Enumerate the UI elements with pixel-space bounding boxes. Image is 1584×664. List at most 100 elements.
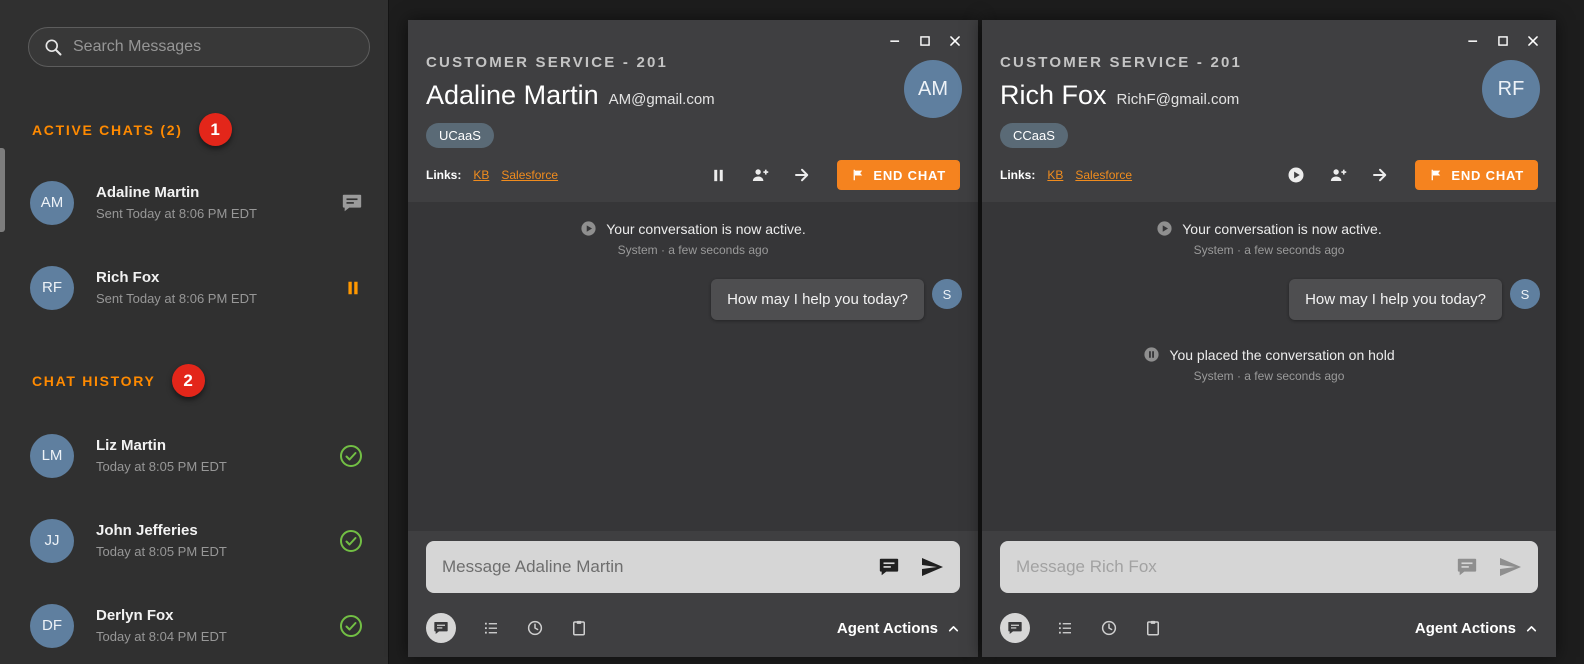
chat-item-text: Adaline Martin Sent Today at 8:06 PM EDT (96, 184, 257, 221)
chat-item-time: Sent Today at 8:06 PM EDT (96, 206, 257, 221)
contact-name-row: Adaline Martin AM@gmail.com (426, 80, 960, 111)
queue-title: CUSTOMER SERVICE - 201 (426, 54, 960, 71)
contact-email: RichF@gmail.com (1117, 91, 1240, 108)
notes-clipboard-icon[interactable] (570, 619, 588, 637)
salesforce-link[interactable]: Salesforce (501, 168, 558, 182)
history-item-john-jefferies[interactable]: JJ John Jefferies Today at 8:05 PM EDT (0, 498, 389, 583)
resume-play-icon[interactable] (1287, 166, 1305, 184)
end-chat-label: END CHAT (873, 168, 946, 183)
hold-pause-icon[interactable] (710, 167, 727, 184)
avatar: AM (30, 181, 74, 225)
history-item-liz-martin[interactable]: LM Liz Martin Today at 8:05 PM EDT (0, 413, 389, 498)
notes-clipboard-icon[interactable] (1144, 619, 1162, 637)
minimize-icon[interactable] (1466, 34, 1480, 48)
send-icon[interactable] (920, 555, 944, 579)
chat-window-rich-fox: CUSTOMER SERVICE - 201 Rich Fox RichF@gm… (982, 20, 1556, 657)
avatar: LM (30, 434, 74, 478)
close-icon[interactable] (948, 34, 962, 48)
chat-item-name: Adaline Martin (96, 184, 257, 201)
add-participant-icon[interactable] (1329, 166, 1347, 184)
chevron-up-icon (1525, 622, 1538, 635)
maximize-icon[interactable] (1496, 34, 1510, 48)
sidebar: ACTIVE CHATS (2) 1 AM Adaline Martin Sen… (0, 0, 389, 664)
salesforce-link[interactable]: Salesforce (1075, 168, 1132, 182)
contact-name: Adaline Martin (426, 80, 599, 111)
agent-message-row: How may I help you today? S (998, 279, 1540, 320)
chat-item-name: Derlyn Fox (96, 607, 227, 624)
chat-history-section-header: CHAT HISTORY 2 (32, 364, 389, 397)
composer-icons (1456, 555, 1522, 579)
active-chats-title: ACTIVE CHATS (2) (32, 122, 183, 138)
end-chat-button[interactable]: END CHAT (837, 160, 960, 190)
message-input[interactable] (442, 557, 878, 577)
on-hold-pause-icon (343, 278, 363, 298)
avatar: DF (30, 604, 74, 648)
details-list-icon[interactable] (482, 619, 500, 637)
window-header: CUSTOMER SERVICE - 201 Rich Fox RichF@gm… (982, 50, 1556, 202)
contact-name: Rich Fox (1000, 80, 1107, 111)
contact-avatar: AM (904, 60, 962, 118)
chat-tab-icon[interactable] (426, 613, 456, 643)
transfer-forward-icon[interactable] (793, 166, 811, 184)
queue-tag: UCaaS (426, 123, 494, 148)
composer-box[interactable] (1000, 541, 1538, 593)
chat-item-name: Rich Fox (96, 269, 257, 286)
system-message-text: Your conversation is now active. (1182, 221, 1381, 237)
details-list-icon[interactable] (1056, 619, 1074, 637)
canned-response-icon[interactable] (1456, 556, 1478, 578)
maximize-icon[interactable] (918, 34, 932, 48)
search-input[interactable] (73, 38, 355, 56)
kb-link[interactable]: KB (473, 168, 489, 182)
composer-area (408, 531, 978, 599)
agent-actions-button[interactable]: Agent Actions (1415, 620, 1538, 637)
canned-response-icon[interactable] (878, 556, 900, 578)
window-footer: Agent Actions (982, 599, 1556, 657)
history-clock-icon[interactable] (1100, 619, 1118, 637)
kb-link[interactable]: KB (1047, 168, 1063, 182)
annotation-badge-2: 2 (172, 364, 205, 397)
end-chat-button[interactable]: END CHAT (1415, 160, 1538, 190)
add-participant-icon[interactable] (751, 166, 769, 184)
chat-item-time: Sent Today at 8:06 PM EDT (96, 291, 257, 306)
system-message-text: You placed the conversation on hold (1169, 347, 1394, 363)
search-box[interactable] (28, 27, 370, 67)
avatar: JJ (30, 519, 74, 563)
contact-email: AM@gmail.com (609, 91, 715, 108)
system-message-active: Your conversation is now active. (424, 220, 962, 237)
chat-item-name: Liz Martin (96, 437, 227, 454)
composer-icons (878, 555, 944, 579)
links-toolbar-row: Links: KB Salesforce (426, 160, 960, 202)
history-item-derlyn-fox[interactable]: DF Derlyn Fox Today at 8:04 PM EDT (0, 583, 389, 664)
queue-title: CUSTOMER SERVICE - 201 (1000, 54, 1538, 71)
chat-history-title: CHAT HISTORY (32, 373, 156, 389)
hold-pause-circle-icon (1143, 346, 1160, 363)
send-icon[interactable] (1498, 555, 1522, 579)
avatar: RF (30, 266, 74, 310)
chat-toolbar: END CHAT (1287, 160, 1538, 190)
completed-check-icon (339, 529, 363, 553)
chat-history-list: LM Liz Martin Today at 8:05 PM EDT JJ Jo… (0, 413, 389, 664)
agent-message-row: How may I help you today? S (424, 279, 962, 320)
links-label: Links: (1000, 168, 1035, 182)
chat-item-text: Rich Fox Sent Today at 8:06 PM EDT (96, 269, 257, 306)
active-play-icon (580, 220, 597, 237)
chat-item-name: John Jefferies (96, 522, 227, 539)
composer-box[interactable] (426, 541, 960, 593)
end-flag-icon (1429, 168, 1443, 182)
chat-item-rich-fox[interactable]: RF Rich Fox Sent Today at 8:06 PM EDT (0, 245, 389, 330)
agent-actions-label: Agent Actions (1415, 620, 1516, 637)
window-controls (408, 20, 978, 50)
message-input[interactable] (1016, 557, 1456, 577)
chat-item-time: Today at 8:05 PM EDT (96, 544, 227, 559)
close-icon[interactable] (1526, 34, 1540, 48)
history-clock-icon[interactable] (526, 619, 544, 637)
chat-tab-icon[interactable] (1000, 613, 1030, 643)
chat-item-adaline-martin[interactable]: AM Adaline Martin Sent Today at 8:06 PM … (0, 160, 389, 245)
agent-actions-button[interactable]: Agent Actions (837, 620, 960, 637)
minimize-icon[interactable] (888, 34, 902, 48)
active-chats-list: AM Adaline Martin Sent Today at 8:06 PM … (0, 160, 389, 330)
window-footer: Agent Actions (408, 599, 978, 657)
transfer-forward-icon[interactable] (1371, 166, 1389, 184)
system-message-text: Your conversation is now active. (606, 221, 805, 237)
chat-toolbar: END CHAT (710, 160, 960, 190)
